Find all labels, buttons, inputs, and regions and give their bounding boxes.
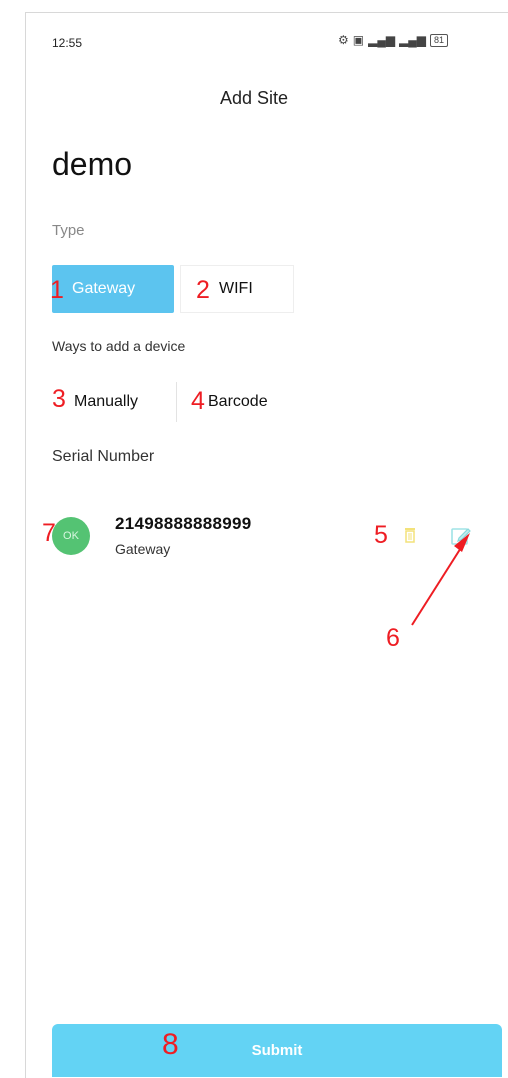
type-gateway-button[interactable]: Gateway <box>52 265 174 313</box>
alarm-icon: ⚙ <box>338 33 349 47</box>
type-wifi-label: WIFI <box>219 280 253 297</box>
status-time: 12:55 <box>52 36 83 50</box>
annotation-number: 8 <box>162 1028 179 1061</box>
divider <box>176 382 177 422</box>
signal-icon: ▂▄▆ <box>368 33 396 47</box>
submit-label: Submit <box>251 1042 303 1059</box>
annotation-number: 4 <box>191 387 205 415</box>
annotation-number: 3 <box>52 385 66 413</box>
serial-number-label: Serial Number <box>52 448 155 465</box>
manually-label: Manually <box>74 393 139 410</box>
nfc-icon: ▣ <box>352 33 365 47</box>
signal-icon: ▂▄▆ <box>399 33 427 47</box>
ways-label: Ways to add a device <box>52 338 186 354</box>
type-label: Type <box>52 222 85 239</box>
annotation-number: 2 <box>196 276 210 304</box>
device-serial: 21498888888999 <box>115 514 252 533</box>
barcode-label: Barcode <box>208 393 268 410</box>
battery-icon: 81 <box>430 33 449 47</box>
submit-button[interactable]: Submit <box>52 1024 502 1077</box>
type-gateway-label: Gateway <box>72 280 136 297</box>
status-icons: ⚙ ▣ ▂▄▆ ▂▄▆ 81 <box>338 32 449 48</box>
manually-button[interactable]: Manually <box>52 378 174 426</box>
annotation-number: 6 <box>386 624 400 652</box>
device-status-avatar: OK <box>52 517 90 555</box>
arrow-icon <box>411 533 470 626</box>
annotation-number: 7 <box>42 519 56 547</box>
annotation-number: 1 <box>50 276 64 304</box>
site-name: demo <box>52 146 133 182</box>
page-title: Add Site <box>219 88 289 108</box>
annotation-number: 5 <box>374 521 388 549</box>
device-type: Gateway <box>115 541 171 557</box>
